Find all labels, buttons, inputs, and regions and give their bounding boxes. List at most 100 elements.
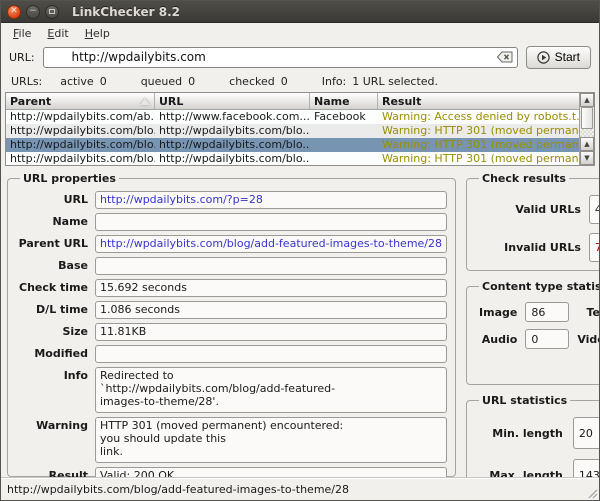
prop-size-label: Size	[62, 325, 88, 338]
image-value: 86	[525, 302, 570, 322]
urls-label: URLs:	[11, 74, 43, 88]
scroll-down-icon[interactable]: ▼	[580, 151, 594, 165]
linkchecker-window: ✕ − LinkChecker 8.2 File Edit Help URL: …	[0, 0, 600, 501]
cell-name	[310, 152, 378, 165]
url-input[interactable]	[42, 46, 518, 68]
image-label: Image	[479, 305, 518, 319]
prop-base-field[interactable]	[95, 257, 448, 275]
url-properties-title: URL properties	[23, 172, 116, 185]
titlebar: ✕ − LinkChecker 8.2	[1, 1, 599, 23]
menu-edit[interactable]: Edit	[39, 25, 76, 42]
table-row[interactable]: http://wpdailybits.com/blo... http://wpd…	[6, 152, 579, 165]
prop-dl-time-field[interactable]: 1.086 seconds	[95, 301, 448, 319]
content-type-statistics-group: Content type statistics Image 86 Text 36…	[466, 280, 600, 385]
column-header-url[interactable]: URL	[155, 93, 310, 109]
column-header-result[interactable]: Result	[378, 93, 579, 109]
menu-edit-rest: dit	[54, 26, 69, 40]
statusbar-text: http://wpdailybits.com/blog/add-featured…	[7, 482, 350, 496]
prop-check-time-field[interactable]: 15.692 seconds	[95, 279, 448, 297]
cell-result: Warning: HTTP 301 (moved perman...	[382, 152, 579, 165]
prop-url-field[interactable]: http://wpdailybits.com/?p=28	[95, 191, 448, 209]
clear-icon[interactable]	[496, 51, 513, 63]
scrollbar-track[interactable]	[580, 129, 594, 137]
start-button-label: Start	[554, 50, 580, 64]
prop-parent-url-field[interactable]: http://wpdailybits.com/blog/add-featured…	[95, 235, 448, 253]
checked-label: checked	[229, 74, 275, 88]
cell-parent: http://wpdailybits.com/ab...	[10, 110, 155, 123]
table-row[interactable]: http://wpdailybits.com/blo... http://wpd…	[6, 124, 579, 138]
main-area: URL properties URL http://wpdailybits.com…	[1, 168, 600, 500]
prop-warning-label: Warning	[36, 419, 88, 432]
statusbar: http://wpdailybits.com/blog/add-featured…	[1, 477, 599, 500]
cell-result: Warning: HTTP 301 (moved perman...	[382, 138, 579, 151]
column-header-url-label: URL	[159, 94, 184, 108]
valid-urls-value: 443	[588, 195, 599, 224]
active-count: 0	[99, 74, 107, 88]
table-row[interactable]: http://wpdailybits.com/ab... http://www.…	[6, 110, 579, 124]
check-results-title: Check results	[482, 172, 566, 185]
close-icon[interactable]: ✕	[7, 4, 21, 19]
window-title: LinkChecker 8.2	[72, 4, 181, 19]
content-type-statistics-title: Content type statistics	[482, 280, 599, 293]
table-row-selected[interactable]: http://wpdailybits.com/blo... http://wpd…	[6, 138, 579, 152]
cell-parent: http://wpdailybits.com/blo...	[10, 124, 155, 137]
minimize-icon[interactable]: −	[26, 4, 40, 19]
cell-name	[310, 138, 378, 152]
menu-help-key: H	[84, 26, 94, 40]
url-input-wrap	[42, 46, 518, 68]
table-header: Parent URL Name Result	[6, 93, 579, 110]
start-button[interactable]: Start	[525, 45, 591, 69]
cell-parent: http://wpdailybits.com/blo...	[10, 138, 155, 151]
maximize-icon[interactable]	[45, 4, 59, 19]
scroll-up-icon[interactable]: ▲	[580, 137, 594, 151]
sort-ascending-icon	[140, 97, 150, 105]
status-line: URLs: active 0 queued 0 checked 0 Info: 1 UR…	[1, 71, 599, 91]
active-label: active	[60, 74, 94, 88]
scrollbar-thumb[interactable]	[581, 107, 593, 129]
audio-value: 0	[525, 329, 570, 349]
menu-help[interactable]: Help	[77, 25, 118, 42]
menu-file-rest: ile	[18, 26, 32, 40]
prop-warning-field[interactable]: HTTP 301 (moved permanent) encountered: …	[95, 417, 448, 463]
column-header-result-label: Result	[382, 94, 422, 108]
prop-size-field[interactable]: 11.81KB	[95, 323, 448, 341]
audio-label: Audio	[481, 332, 518, 346]
cell-url: http://wpdailybits.com/blo...	[159, 124, 310, 137]
info-label: Info:	[321, 74, 347, 88]
prop-parent-url-label: Parent URL	[18, 237, 88, 250]
video-label: Video	[577, 332, 599, 346]
prop-modified-field[interactable]	[95, 345, 448, 363]
prop-check-time-label: Check time	[19, 281, 88, 294]
prop-dl-time-label: D/L time	[36, 303, 88, 316]
cell-result: Warning: Access denied by robots.t...	[382, 110, 579, 123]
menu-file[interactable]: File	[5, 25, 39, 42]
url-label: URL:	[9, 50, 35, 64]
menu-help-rest: elp	[93, 26, 110, 40]
scroll-up-icon[interactable]: ▲	[580, 93, 594, 107]
prop-name-field[interactable]	[95, 213, 448, 231]
valid-urls-label: Valid URLs	[515, 203, 581, 216]
column-header-parent-label: Parent	[10, 94, 52, 108]
menubar: File Edit Help	[1, 23, 599, 43]
min-length-label: Min. length	[492, 426, 563, 440]
url-statistics-title: URL statistics	[482, 394, 568, 407]
prop-name-label: Name	[52, 215, 88, 228]
cell-result: Warning: HTTP 301 (moved perman...	[382, 124, 579, 137]
text-label: Text	[586, 305, 600, 319]
cell-url: http://wpdailybits.com/blo...	[159, 152, 310, 165]
prop-info-label: Info	[63, 369, 88, 382]
prop-info-field[interactable]: Redirected to `http://wpdailybits.com/bl…	[95, 367, 448, 413]
play-icon	[536, 50, 550, 64]
column-header-parent[interactable]: Parent	[6, 93, 155, 109]
queued-count: 0	[188, 74, 196, 88]
cell-parent: http://wpdailybits.com/blo...	[10, 152, 155, 165]
prop-base-label: Base	[58, 259, 88, 272]
resize-grip-icon[interactable]	[585, 486, 598, 499]
url-properties-group: URL properties URL http://wpdailybits.com…	[7, 172, 457, 485]
column-header-name-label: Name	[314, 94, 350, 108]
column-header-name[interactable]: Name	[310, 93, 378, 109]
invalid-urls-value: 7	[588, 233, 599, 262]
table-scrollbar[interactable]: ▲ ▲ ▼	[579, 93, 594, 165]
statistics-column: Check results Valid URLs 443 Warnings 49…	[466, 172, 600, 500]
cell-url: http://www.facebook.com...	[159, 110, 310, 123]
